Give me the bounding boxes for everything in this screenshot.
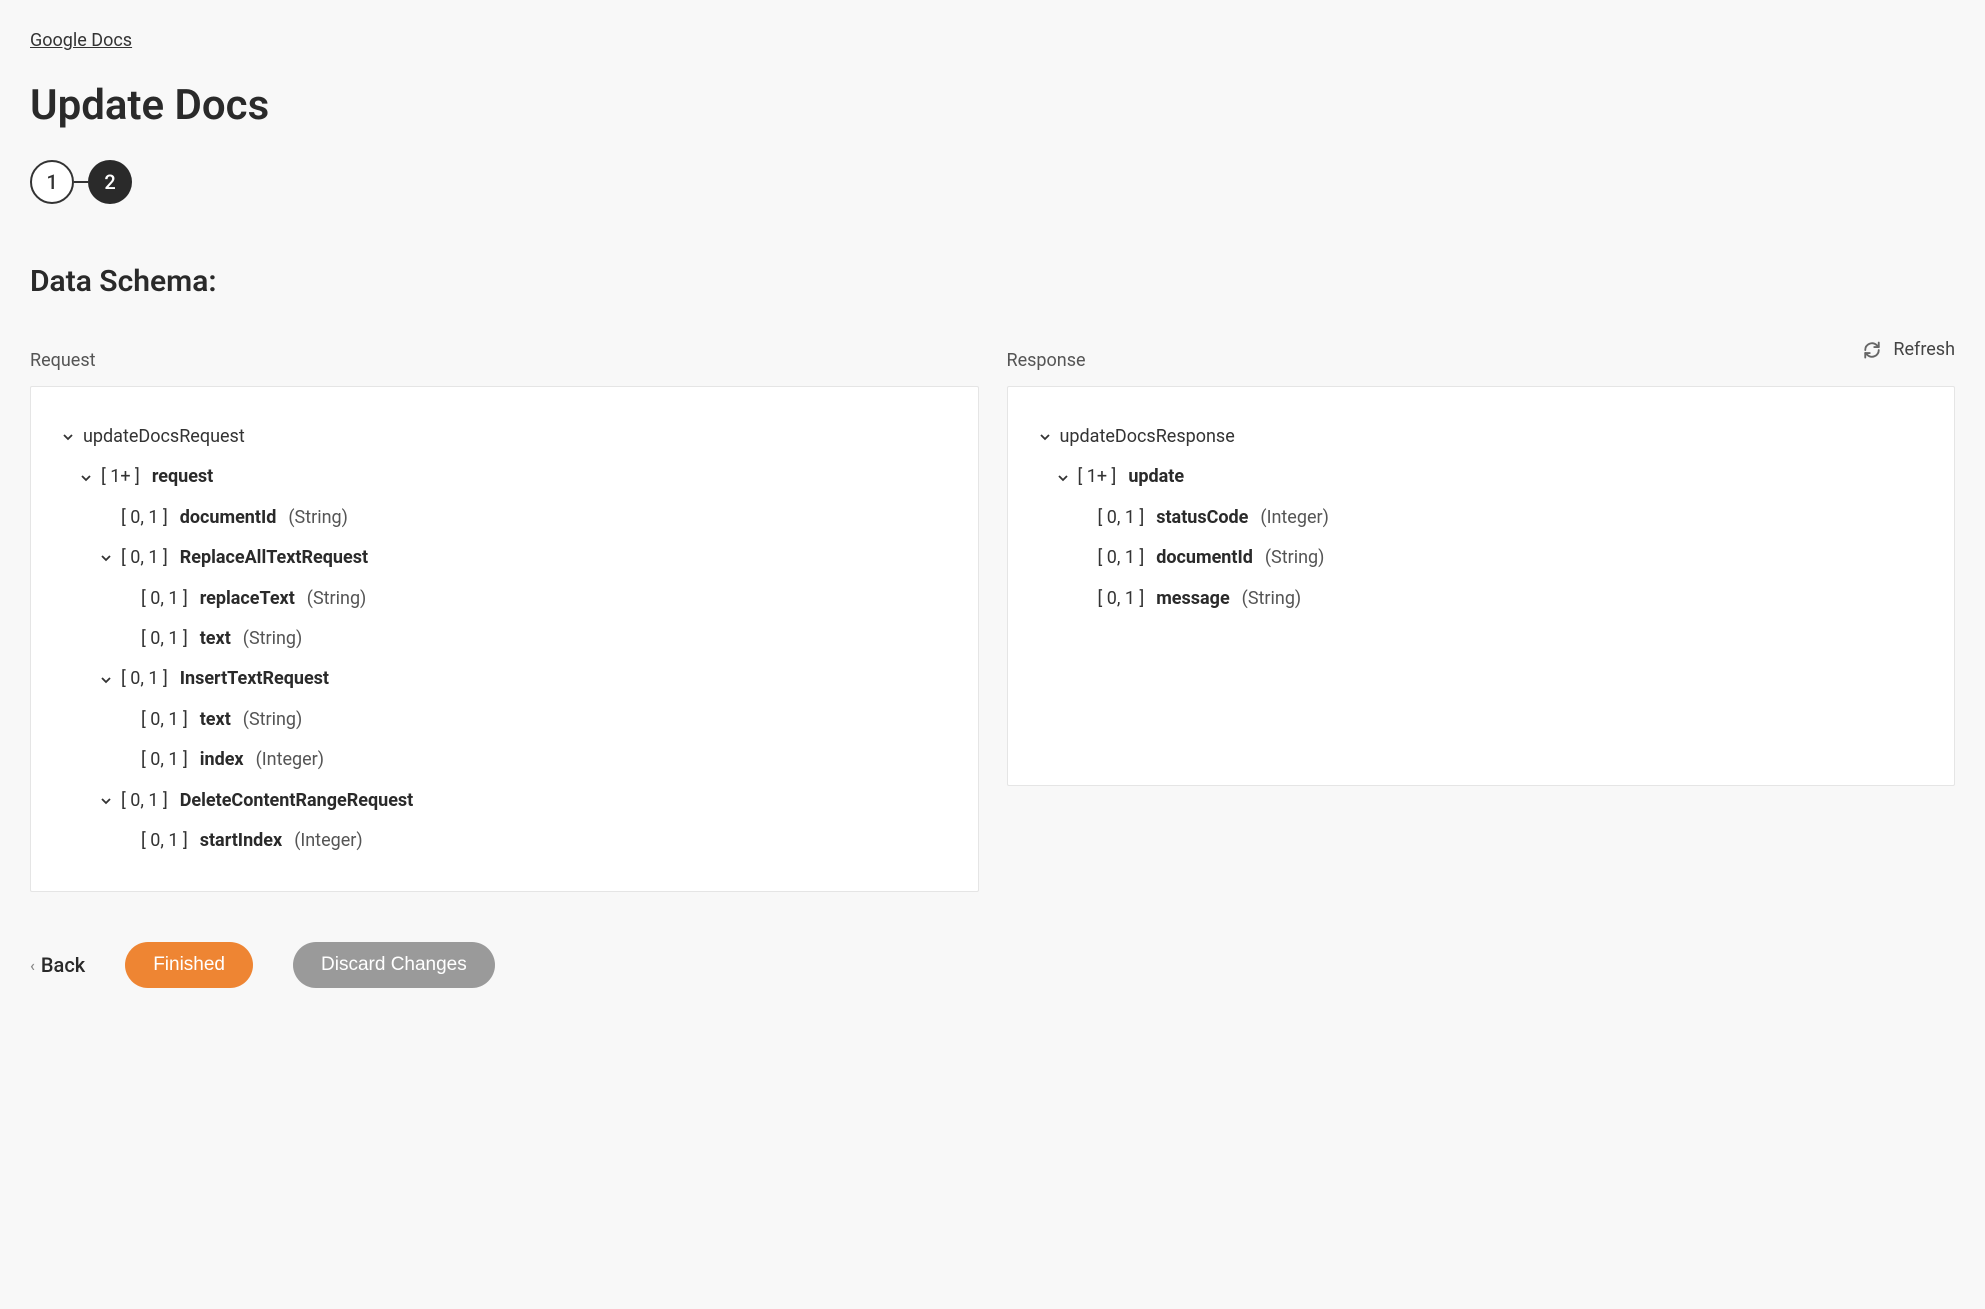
tree-row-startindex: [ 0, 1 ] startIndex (Integer) xyxy=(61,821,948,861)
tree-row-update[interactable]: [ 1+ ] update xyxy=(1038,457,1925,497)
tree-row-request[interactable]: [ 1+ ] request xyxy=(61,457,948,497)
request-column: Request updateDocsRequest [ 1+ ] request… xyxy=(30,350,979,892)
page-title: Update Docs xyxy=(30,81,1955,130)
field-name: statusCode xyxy=(1156,502,1248,534)
tree-row-root[interactable]: updateDocsResponse xyxy=(1038,417,1925,457)
chevron-left-icon: ‹ xyxy=(30,956,35,975)
chevron-down-icon xyxy=(79,471,93,485)
stepper: 1 2 xyxy=(30,160,1955,204)
field-name: text xyxy=(200,704,231,736)
response-schema-card: updateDocsResponse [ 1+ ] update [ 0, 1 … xyxy=(1007,386,1956,786)
cardinality: [ 0, 1 ] xyxy=(1098,542,1145,574)
cardinality: [ 0, 1 ] xyxy=(121,542,168,574)
cardinality: [ 0, 1 ] xyxy=(121,785,168,817)
field-name: request xyxy=(152,461,213,493)
field-type: (Integer) xyxy=(1260,502,1328,534)
tree-row-root[interactable]: updateDocsRequest xyxy=(61,417,948,457)
request-schema-card: updateDocsRequest [ 1+ ] request [ 0, 1 … xyxy=(30,386,979,892)
field-name: documentId xyxy=(180,502,277,534)
chevron-down-icon xyxy=(61,430,75,444)
cardinality: [ 0, 1 ] xyxy=(141,583,188,615)
cardinality: [ 0, 1 ] xyxy=(141,704,188,736)
field-name: documentId xyxy=(1156,542,1253,574)
field-name: replaceText xyxy=(200,583,295,615)
breadcrumb-link[interactable]: Google Docs xyxy=(30,30,132,51)
field-type: (String) xyxy=(243,704,303,736)
tree-row-text: [ 0, 1 ] text (String) xyxy=(61,619,948,659)
field-type: (String) xyxy=(243,623,303,655)
tree-row-text2: [ 0, 1 ] text (String) xyxy=(61,700,948,740)
cardinality: [ 0, 1 ] xyxy=(121,663,168,695)
tree-row-replacealltext[interactable]: [ 0, 1 ] ReplaceAllTextRequest xyxy=(61,538,948,578)
step-1[interactable]: 1 xyxy=(30,160,74,204)
field-type: (String) xyxy=(288,502,348,534)
cardinality: [ 0, 1 ] xyxy=(121,502,168,534)
field-name: index xyxy=(200,744,244,776)
back-button[interactable]: ‹ Back xyxy=(30,953,85,977)
chevron-down-icon xyxy=(1056,471,1070,485)
field-type: (String) xyxy=(1242,583,1302,615)
cardinality: [ 1+ ] xyxy=(1078,461,1117,493)
cardinality: [ 0, 1 ] xyxy=(141,825,188,857)
tree-row-replacetext: [ 0, 1 ] replaceText (String) xyxy=(61,579,948,619)
field-name: update xyxy=(1128,461,1184,493)
cardinality: [ 0, 1 ] xyxy=(1098,502,1145,534)
tree-row-statuscode: [ 0, 1 ] statusCode (Integer) xyxy=(1038,498,1925,538)
tree-row-documentid: [ 0, 1 ] documentId (String) xyxy=(61,498,948,538)
cardinality: [ 0, 1 ] xyxy=(141,744,188,776)
field-name: DeleteContentRangeRequest xyxy=(180,785,414,817)
field-type: (String) xyxy=(1265,542,1325,574)
field-name: InsertTextRequest xyxy=(180,663,329,695)
footer: ‹ Back Finished Discard Changes xyxy=(30,942,1955,988)
tree-row-deleterange[interactable]: [ 0, 1 ] DeleteContentRangeRequest xyxy=(61,781,948,821)
step-connector xyxy=(74,181,88,183)
field-type: (Integer) xyxy=(256,744,324,776)
cardinality: [ 1+ ] xyxy=(101,461,140,493)
tree-root-name: updateDocsResponse xyxy=(1060,421,1235,453)
tree-row-index: [ 0, 1 ] index (Integer) xyxy=(61,740,948,780)
tree-row-inserttext[interactable]: [ 0, 1 ] InsertTextRequest xyxy=(61,659,948,699)
response-label: Response xyxy=(1007,350,1956,371)
field-type: (Integer) xyxy=(294,825,362,857)
field-name: message xyxy=(1156,583,1229,615)
tree-root-name: updateDocsRequest xyxy=(83,421,245,453)
chevron-down-icon xyxy=(99,794,113,808)
request-label: Request xyxy=(30,350,979,371)
field-type: (String) xyxy=(307,583,367,615)
cardinality: [ 0, 1 ] xyxy=(1098,583,1145,615)
section-title: Data Schema: xyxy=(30,264,1955,299)
field-name: ReplaceAllTextRequest xyxy=(180,542,368,574)
field-name: startIndex xyxy=(200,825,282,857)
step-2[interactable]: 2 xyxy=(88,160,132,204)
tree-row-documentid: [ 0, 1 ] documentId (String) xyxy=(1038,538,1925,578)
cardinality: [ 0, 1 ] xyxy=(141,623,188,655)
field-name: text xyxy=(200,623,231,655)
chevron-down-icon xyxy=(1038,430,1052,444)
tree-row-message: [ 0, 1 ] message (String) xyxy=(1038,579,1925,619)
chevron-down-icon xyxy=(99,551,113,565)
back-label: Back xyxy=(41,953,85,977)
response-column: Response updateDocsResponse [ 1+ ] updat… xyxy=(1007,350,1956,892)
discard-changes-button[interactable]: Discard Changes xyxy=(293,942,495,988)
chevron-down-icon xyxy=(99,673,113,687)
finished-button[interactable]: Finished xyxy=(125,942,253,988)
